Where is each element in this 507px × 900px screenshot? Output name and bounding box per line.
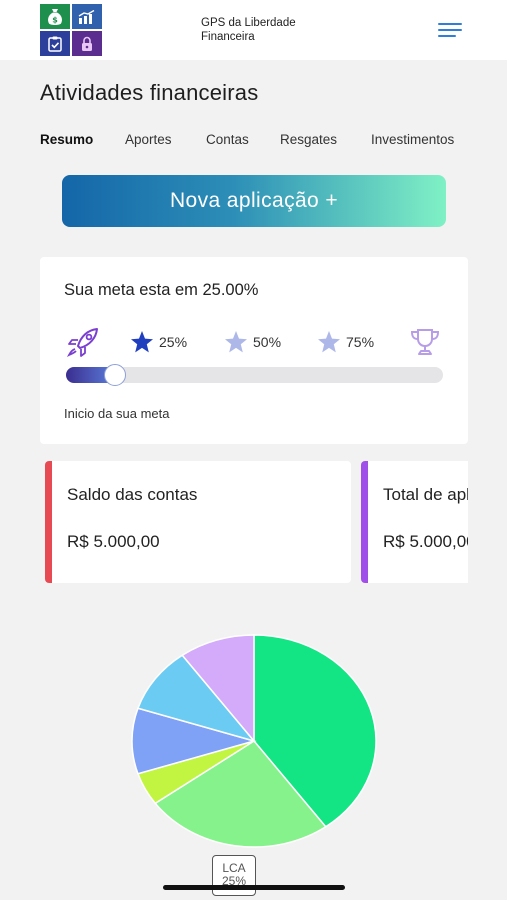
goal-progress-handle[interactable] [104, 364, 126, 386]
app-header: $ GPS da Liberdade Financeira [0, 0, 507, 60]
bar-chart-icon [72, 4, 102, 29]
balance-label: Saldo das contas [67, 485, 198, 504]
app-title: GPS da Liberdade Financeira [201, 17, 296, 43]
trophy-icon [409, 329, 441, 355]
money-bag-icon: $ [40, 4, 70, 29]
hamburger-icon[interactable] [438, 21, 462, 39]
star-icon [131, 331, 153, 353]
tab-resgates[interactable]: Resgates [280, 132, 337, 147]
tab-aportes[interactable]: Aportes [125, 132, 172, 147]
svg-text:$: $ [52, 15, 58, 24]
tab-investimentos[interactable]: Investimentos [371, 132, 454, 147]
clipboard-check-icon [40, 31, 70, 56]
home-indicator [163, 885, 345, 890]
tab-contas[interactable]: Contas [206, 132, 249, 147]
star-icon [318, 331, 340, 353]
milestone-label: 50% [253, 334, 282, 350]
balance-accent-bar [361, 461, 368, 583]
milestone-75: 75% [317, 329, 374, 355]
new-application-button[interactable]: Nova aplicação + [62, 175, 446, 227]
rocket-icon [66, 328, 100, 357]
page-title: Atividades financeiras [40, 80, 259, 105]
milestone-50: 50% [224, 329, 281, 355]
balance-card: Saldo das contas R$ 5.000,00 [45, 461, 351, 583]
balance-value: R$ 5.000,00 [383, 532, 468, 551]
milestone-label: 25% [159, 334, 188, 350]
balance-value: R$ 5.000,00 [67, 532, 160, 551]
milestone-25: 25% [130, 329, 187, 355]
milestone-label: 75% [346, 334, 375, 350]
balance-card: Total de aplicações R$ 5.000,00 [361, 461, 468, 583]
lock-icon [72, 31, 102, 56]
tab-resumo[interactable]: Resumo [40, 132, 93, 147]
goal-caption: Inicio da sua meta [64, 406, 170, 421]
goal-progress-bar [66, 364, 443, 386]
goal-title: Sua meta esta em 25.00% [64, 281, 259, 299]
goal-card: Sua meta esta em 25.00% 25% 50% 75% Inic… [40, 257, 468, 444]
star-icon [225, 331, 247, 353]
balance-accent-bar [45, 461, 52, 583]
app-logo: $ [40, 4, 102, 56]
balance-carousel[interactable]: Saldo das contas R$ 5.000,00 Total de ap… [40, 461, 468, 583]
balance-label: Total de aplicações [383, 485, 468, 504]
